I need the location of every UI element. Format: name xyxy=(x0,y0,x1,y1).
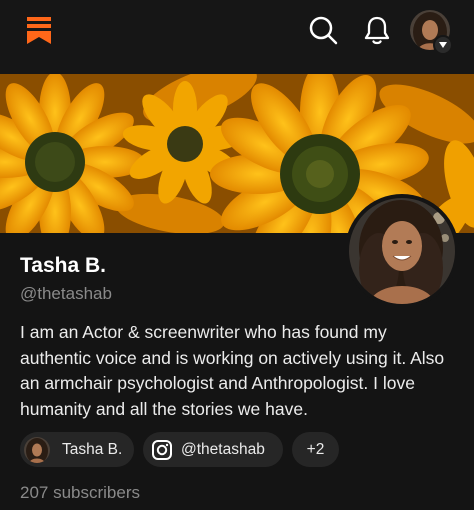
more-links-chip[interactable]: +2 xyxy=(292,432,339,467)
instagram-link-chip[interactable]: @thetashab xyxy=(143,432,283,467)
subscriber-count: 207 subscribers xyxy=(20,483,141,502)
search-icon[interactable] xyxy=(307,14,339,46)
bell-icon[interactable] xyxy=(360,13,394,47)
profile-link-chip[interactable]: Tasha B. xyxy=(20,432,134,467)
more-links-label: +2 xyxy=(306,440,325,458)
profile-link-label: Tasha B. xyxy=(62,440,123,458)
instagram-link-label: @thetashab xyxy=(181,440,265,458)
chevron-down-icon[interactable] xyxy=(433,35,453,55)
substack-logo-icon[interactable] xyxy=(25,15,53,45)
profile-bio: I am an Actor & screenwriter who has fou… xyxy=(20,322,445,419)
instagram-icon xyxy=(151,439,173,461)
avatar xyxy=(24,436,50,463)
profile-avatar[interactable] xyxy=(345,194,459,308)
profile-name: Tasha B. xyxy=(20,254,106,277)
profile-handle: @thetashab xyxy=(20,284,112,303)
top-bar xyxy=(0,0,474,74)
